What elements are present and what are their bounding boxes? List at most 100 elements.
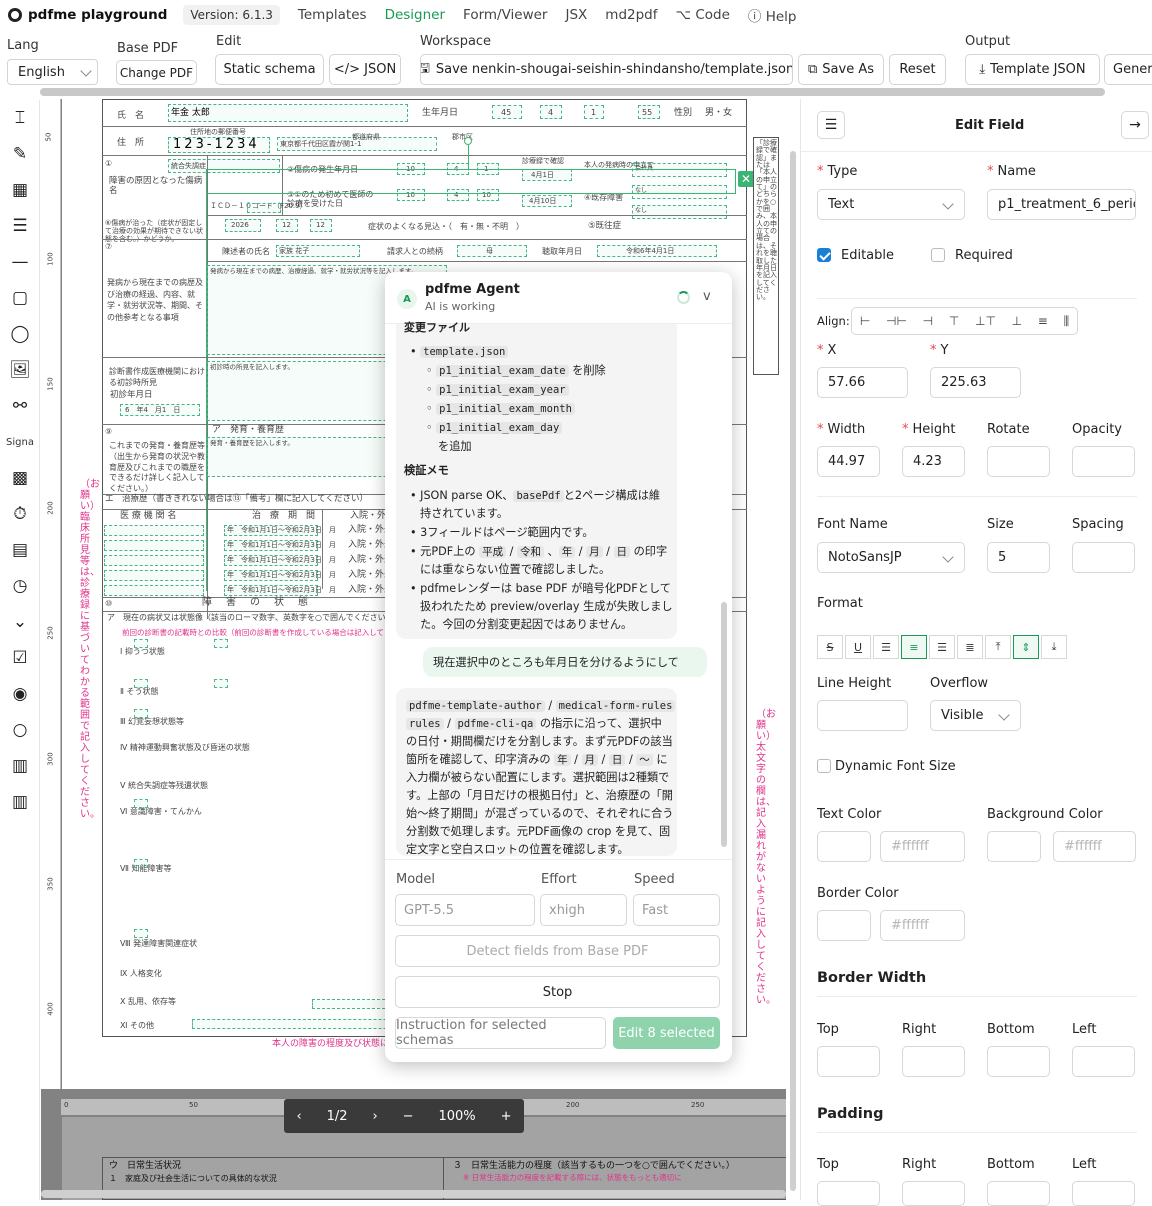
treat-period-2[interactable]: 年 令和1月1日〜令和2月3日 月 — [224, 540, 336, 551]
birth-month-field[interactable]: 4 — [540, 105, 562, 119]
time-tool-icon[interactable]: ◷ — [7, 573, 33, 599]
close-icon[interactable]: ✕ — [738, 171, 754, 187]
edit-selected-button[interactable]: Edit 8 selected — [613, 1017, 720, 1049]
treat-period-5[interactable]: 年 令和1月1日〜令和2月3日 月 — [224, 585, 336, 596]
rotate-input[interactable] — [987, 446, 1050, 477]
date-year-field[interactable]: 2026 — [225, 219, 261, 232]
date-tool-icon[interactable]: ▤ — [7, 537, 33, 563]
model-select[interactable]: GPT-5.5 — [395, 894, 535, 926]
border-color-input[interactable]: #ffffff — [880, 910, 965, 941]
treat-hospital-2[interactable] — [104, 540, 204, 551]
align-text-center-icon[interactable]: ≡ — [901, 635, 927, 659]
treat-period-1[interactable]: 年 令和1月1日〜令和2月3日 月 — [224, 525, 336, 536]
table-tool-icon[interactable]: ▦ — [7, 177, 33, 203]
nav-form-viewer[interactable]: Form/Viewer — [463, 7, 547, 23]
panel-scrollbar[interactable] — [790, 151, 796, 1191]
speed-select[interactable]: Fast — [633, 894, 720, 926]
treat-hospital-1[interactable] — [104, 525, 204, 536]
justify-icon[interactable]: ≣ — [957, 635, 983, 659]
age-field[interactable]: 55 — [638, 105, 660, 119]
app-logo[interactable]: pdfme playground — [8, 7, 167, 23]
save-as-button[interactable]: ⧉ Save As — [798, 54, 884, 85]
type-select[interactable]: Text — [817, 189, 965, 220]
border-left-input[interactable] — [1072, 1046, 1135, 1077]
distribute-h-icon[interactable]: ⫼ — [1064, 314, 1070, 329]
dynamic-font-checkbox[interactable] — [817, 759, 831, 773]
select-tool-icon[interactable]: ⌄ — [7, 609, 33, 635]
spacing-input[interactable] — [1072, 542, 1135, 573]
reset-button[interactable]: Reset — [889, 54, 946, 85]
distribute-v-icon[interactable]: ≡ — [1038, 314, 1048, 328]
onset-record-field[interactable]: 4月1日 — [522, 169, 572, 181]
change-pdf-button[interactable]: Change PDF — [116, 60, 197, 85]
name-field[interactable]: 年金 太郎 — [168, 104, 408, 122]
treat-period-4[interactable]: 年 令和1月1日〜令和2月3日 月 — [224, 570, 336, 581]
y-input[interactable]: 225.63 — [930, 367, 1021, 398]
padding-left-input[interactable] — [1072, 1181, 1135, 1206]
align-text-right-icon[interactable]: ☰ — [929, 635, 955, 659]
zip-field[interactable]: 123-1234 — [168, 137, 270, 153]
nav-jsx[interactable]: JSX — [565, 7, 587, 23]
align-hcenter-icon[interactable]: ⊣⊢ — [886, 314, 907, 328]
ellipse-tool-icon[interactable]: ◯ — [7, 321, 33, 347]
line-height-input[interactable] — [817, 700, 908, 731]
overflow-select[interactable]: Visible — [930, 700, 1021, 731]
hear-date-field[interactable]: 令和6年4月1日 — [597, 245, 717, 257]
prev-page-icon[interactable]: ‹ — [296, 1109, 301, 1124]
lang-select[interactable]: English — [7, 59, 98, 85]
birth-era-field[interactable]: 45 — [492, 105, 522, 119]
radio-tool-icon[interactable]: ◉ — [7, 681, 33, 707]
visit-year-field[interactable]: 10 — [397, 189, 425, 201]
valign-top-icon[interactable]: ⤒ — [985, 635, 1011, 659]
padding-bottom-input[interactable] — [987, 1181, 1050, 1206]
image-tool-icon[interactable]: 🖼 — [7, 357, 33, 383]
observer-field[interactable]: 家族 花子 — [276, 245, 360, 257]
border-top-input[interactable] — [817, 1046, 880, 1077]
treat-hospital-4[interactable] — [104, 570, 204, 581]
collapse-icon[interactable]: v — [703, 289, 711, 304]
treat-hospital-3[interactable] — [104, 555, 204, 566]
pen-tool-icon[interactable]: ✎ — [7, 141, 33, 167]
cause-field[interactable]: 統合失調症 — [168, 159, 280, 173]
relation-field[interactable]: 母 — [457, 245, 527, 257]
bg-color-swatch[interactable] — [987, 831, 1041, 862]
date-day-field[interactable]: 12 — [310, 219, 332, 232]
nav-designer[interactable]: Designer — [385, 7, 445, 23]
required-checkbox[interactable] — [931, 248, 945, 262]
name-input[interactable]: p1_treatment_6_peric — [987, 189, 1136, 220]
opacity-input[interactable] — [1072, 446, 1135, 477]
align-top-icon[interactable]: ⊤ — [949, 314, 959, 328]
visit-month-field[interactable]: 4 — [447, 189, 469, 201]
save-file-button[interactable]: 🖫Save nenkin-shougai-seishin-shindansho/… — [420, 54, 793, 85]
height-input[interactable]: 4.23 — [902, 446, 965, 477]
birth-day-field[interactable]: 1 — [584, 105, 604, 119]
datetime-tool-icon[interactable]: ⏱ — [7, 501, 33, 527]
text-color-input[interactable]: #ffffff — [880, 831, 965, 862]
nav-code[interactable]: ⌥ Code — [676, 7, 730, 23]
original-field[interactable]: なし — [632, 185, 727, 199]
checkbox-tool-icon[interactable]: ☑ — [7, 645, 33, 671]
border-right-input[interactable] — [902, 1046, 965, 1077]
border-color-swatch[interactable] — [817, 910, 871, 941]
nav-templates[interactable]: Templates — [298, 7, 367, 23]
valign-bottom-icon[interactable]: ⤓ — [1041, 635, 1067, 659]
stop-button[interactable]: Stop — [395, 976, 720, 1008]
align-bottom-icon[interactable]: ⊥ — [1012, 314, 1022, 328]
svg-tool-icon[interactable]: ⚯ — [7, 393, 33, 419]
static-schema-button[interactable]: Static schema — [215, 54, 324, 85]
canvas-scrollbar[interactable] — [41, 1190, 786, 1198]
self-report-field[interactable]: 会社員 — [632, 163, 727, 177]
padding-top-input[interactable] — [817, 1181, 880, 1206]
zoom-in-icon[interactable]: + — [501, 1109, 512, 1124]
date-month-field[interactable]: 12 — [276, 219, 298, 232]
initial-date-field[interactable]: 6 年4 月1 日 — [120, 404, 200, 416]
text-color-swatch[interactable] — [817, 831, 871, 862]
valign-middle-icon[interactable]: ⇕ — [1013, 635, 1039, 659]
qrcode-tool-icon[interactable]: ▩ — [7, 465, 33, 491]
signature-tool-icon[interactable]: Signa — [6, 429, 34, 455]
strikethrough-icon[interactable]: S — [817, 635, 843, 659]
instruction-input[interactable]: Instruction for selected schemas — [395, 1017, 606, 1049]
rotate-handle[interactable] — [464, 137, 472, 145]
json-button[interactable]: </> JSON — [329, 54, 401, 85]
align-text-left-icon[interactable]: ☰ — [873, 635, 899, 659]
